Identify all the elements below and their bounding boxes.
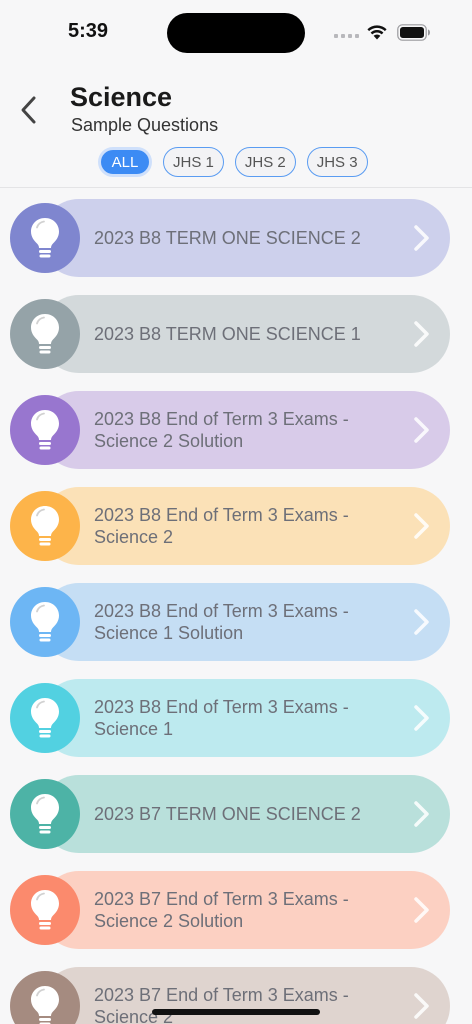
cellular-signal-icon <box>334 34 359 38</box>
status-bar: 5:39 <box>0 0 472 64</box>
filter-chip-jhs3[interactable]: JHS 3 <box>306 147 368 177</box>
chevron-right-icon <box>414 321 429 347</box>
chevron-right-icon <box>414 513 429 539</box>
dynamic-island <box>167 13 305 53</box>
filter-chip-all[interactable]: ALL <box>98 147 152 177</box>
lightbulb-icon <box>10 779 80 849</box>
item-label: 2023 B7 TERM ONE SCIENCE 2 <box>94 804 361 824</box>
chevron-right-icon <box>414 417 429 443</box>
chevron-right-icon <box>414 705 429 731</box>
chevron-right-icon <box>414 993 429 1019</box>
lightbulb-icon <box>10 683 80 753</box>
filter-chip-jhs1[interactable]: JHS 1 <box>163 147 224 177</box>
chevron-right-icon <box>414 801 429 827</box>
item-label: 2023 B7 End of Term 3 Exams - Science 2 <box>94 985 349 1024</box>
chevron-right-icon <box>414 225 429 251</box>
list-item[interactable]: 2023 B8 TERM ONE SCIENCE 1 <box>10 295 450 373</box>
item-label: 2023 B8 End of Term 3 Exams - Science 1 … <box>94 601 349 643</box>
home-indicator[interactable] <box>152 1009 320 1015</box>
item-label: 2023 B8 End of Term 3 Exams - Science 2 … <box>94 409 349 451</box>
back-button[interactable] <box>14 92 44 128</box>
lightbulb-icon <box>10 587 80 657</box>
item-label: 2023 B8 End of Term 3 Exams - Science 1 <box>94 697 349 739</box>
level-filter-bar: ALL JHS 1 JHS 2 JHS 3 <box>98 147 368 177</box>
lightbulb-icon <box>10 299 80 369</box>
list-item[interactable]: 2023 B8 End of Term 3 Exams - Science 1 … <box>10 583 450 661</box>
chevron-right-icon <box>414 609 429 635</box>
list-item[interactable]: 2023 B7 TERM ONE SCIENCE 2 <box>10 775 450 853</box>
lightbulb-icon <box>10 395 80 465</box>
item-label: 2023 B8 TERM ONE SCIENCE 2 <box>94 228 361 248</box>
page-title: Science <box>70 82 173 112</box>
lightbulb-icon <box>10 203 80 273</box>
list-item[interactable]: 2023 B8 End of Term 3 Exams - Science 2 <box>10 487 450 565</box>
filter-chip-jhs2[interactable]: JHS 2 <box>234 147 296 177</box>
lightbulb-icon <box>10 491 80 561</box>
wifi-icon <box>367 25 387 40</box>
item-label: 2023 B8 TERM ONE SCIENCE 1 <box>94 324 361 344</box>
battery-icon <box>397 24 430 41</box>
list-item[interactable]: 2023 B8 End of Term 3 Exams - Science 2 … <box>10 391 450 469</box>
page-header: Science Sample Questions ALL JHS 1 JHS 2… <box>0 64 472 188</box>
status-time: 5:39 <box>68 20 109 42</box>
list-item[interactable]: 2023 B7 End of Term 3 Exams - Science 2 <box>10 967 450 1024</box>
page-subtitle: Sample Questions <box>71 115 219 135</box>
item-label: 2023 B8 End of Term 3 Exams - Science 2 <box>94 505 349 547</box>
lightbulb-icon <box>10 875 80 945</box>
list-item[interactable]: 2023 B7 End of Term 3 Exams - Science 2 … <box>10 871 450 949</box>
list-item[interactable]: 2023 B8 TERM ONE SCIENCE 2 <box>10 199 450 277</box>
list-item[interactable]: 2023 B8 End of Term 3 Exams - Science 1 <box>10 679 450 757</box>
chevron-right-icon <box>414 897 429 923</box>
item-label: 2023 B7 End of Term 3 Exams - Science 2 … <box>94 889 349 931</box>
